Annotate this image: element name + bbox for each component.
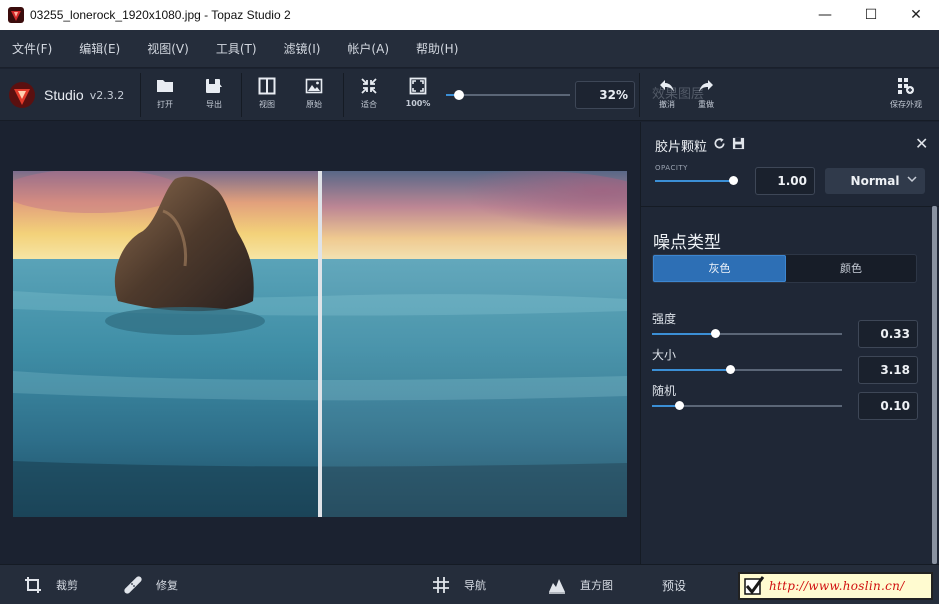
panel-divider xyxy=(641,206,939,207)
noise-type-heading: 噪点类型 xyxy=(653,233,721,253)
toolbar-separator xyxy=(639,73,640,117)
blend-mode-select[interactable]: Normal xyxy=(825,168,925,194)
bandage-icon xyxy=(124,576,142,594)
size-slider-handle[interactable] xyxy=(726,365,735,374)
export-label: 导出 xyxy=(206,100,222,109)
histogram-button[interactable]: 直方图 xyxy=(548,565,613,604)
grid-icon xyxy=(433,577,449,593)
compare-split-handle[interactable] xyxy=(318,171,322,517)
navigator-label: 导航 xyxy=(464,579,486,592)
fit-icon xyxy=(361,78,377,94)
watermark-badge: http://www.hoslin.cn/ xyxy=(738,572,933,600)
close-filter-icon[interactable]: ✕ xyxy=(915,134,928,153)
opacity-value-field[interactable]: 1.00 xyxy=(755,167,815,195)
random-label: 随机 xyxy=(652,384,677,398)
filter-title: 胶片颗粒 xyxy=(655,140,708,155)
topaz-app-icon xyxy=(8,7,24,23)
scrollbar-thumb[interactable] xyxy=(932,206,937,564)
strength-slider-fill xyxy=(652,333,715,335)
repair-label: 修复 xyxy=(156,579,178,592)
toolbar-separator xyxy=(343,73,344,117)
strength-value-field[interactable]: 0.33 xyxy=(858,320,918,348)
toolbar-separator xyxy=(140,73,141,117)
zoom-100-label: 100% xyxy=(405,99,431,108)
menu-bar: 文件(F) 编辑(E) 视图(V) 工具(T) 滤镜(I) 帐户(A) 帮助(H… xyxy=(0,30,939,68)
actual-size-icon xyxy=(409,77,427,95)
opacity-label: OPACITY xyxy=(655,164,688,172)
strength-slider-handle[interactable] xyxy=(711,329,720,338)
panel-scrollbar[interactable] xyxy=(932,206,937,564)
photo-preview[interactable] xyxy=(13,171,627,517)
export-icon xyxy=(206,79,222,93)
title-bar: 03255_lonerock_1920x1080.jpg - Topaz Stu… xyxy=(0,0,939,30)
crop-label: 裁剪 xyxy=(56,579,78,592)
histogram-icon xyxy=(549,579,565,594)
close-window-button[interactable]: ✕ xyxy=(893,0,939,30)
crop-button[interactable]: 裁剪 xyxy=(24,565,78,604)
save-look-label: 保存外观 xyxy=(890,100,922,109)
zoom-slider-track[interactable] xyxy=(446,94,570,96)
open-button[interactable]: 打开 xyxy=(143,77,187,117)
reset-icon[interactable] xyxy=(713,137,726,150)
save-preset-icon[interactable] xyxy=(732,137,745,150)
crop-icon xyxy=(25,577,41,593)
fit-button[interactable]: 适合 xyxy=(347,77,391,117)
navigator-button[interactable]: 导航 xyxy=(432,565,486,604)
fit-label: 适合 xyxy=(361,100,377,109)
zoom-slider-handle[interactable] xyxy=(454,90,464,100)
noise-type-color[interactable]: 颜色 xyxy=(786,255,916,282)
folder-icon xyxy=(157,80,173,92)
opacity-slider-fill xyxy=(655,180,733,182)
app-name: Studio xyxy=(44,87,84,103)
menu-view[interactable]: 视图(V) xyxy=(147,40,189,57)
size-label: 大小 xyxy=(652,348,677,362)
image-icon xyxy=(305,78,323,94)
main-toolbar: Studio v2.3.2 打开 导出 视图 原始 适合 100% 32% 撤消… xyxy=(0,69,939,121)
original-label: 原始 xyxy=(306,100,322,109)
view-label: 视图 xyxy=(259,100,275,109)
filter-panel: 胶片颗粒 ✕ OPACITY 1.00 Normal 噪点类型 灰色 颜色 强度… xyxy=(640,122,939,564)
repair-button[interactable]: 修复 xyxy=(124,565,178,604)
effect-layers-ghost-label: 效果图层 xyxy=(652,87,705,102)
app-version: v2.3.2 xyxy=(89,88,125,102)
menu-tools[interactable]: 工具(T) xyxy=(216,40,257,57)
size-slider-fill xyxy=(652,369,730,371)
original-button[interactable]: 原始 xyxy=(292,77,336,117)
menu-account[interactable]: 帐户(A) xyxy=(347,40,389,57)
window-title: 03255_lonerock_1920x1080.jpg - Topaz Stu… xyxy=(30,8,291,22)
image-canvas[interactable] xyxy=(0,122,639,564)
histogram-label: 直方图 xyxy=(580,579,613,592)
opacity-slider-handle[interactable] xyxy=(729,176,738,185)
size-value-field[interactable]: 3.18 xyxy=(858,356,918,384)
maximize-button[interactable]: ☐ xyxy=(848,0,894,30)
zoom-100-button[interactable]: 100% xyxy=(396,77,440,117)
app-logo: Studio v2.3.2 xyxy=(8,81,124,109)
random-slider-handle[interactable] xyxy=(675,401,684,410)
chevron-down-icon xyxy=(907,176,917,183)
open-label: 打开 xyxy=(157,100,173,109)
presets-tab[interactable]: 预设 xyxy=(662,565,686,604)
noise-type-gray[interactable]: 灰色 xyxy=(653,255,786,282)
zoom-value-field[interactable]: 32% xyxy=(575,81,635,109)
checkmark-icon xyxy=(744,576,765,595)
blend-mode-value: Normal xyxy=(850,174,900,188)
topaz-logo-icon xyxy=(9,82,35,108)
bottom-bar: 裁剪 修复 导航 直方图 预设 http://www.hoslin.cn/ xyxy=(0,564,939,604)
view-button[interactable]: 视图 xyxy=(245,77,289,117)
export-button[interactable]: 导出 xyxy=(192,77,236,117)
menu-help[interactable]: 帮助(H) xyxy=(416,40,458,57)
watermark-url: http://www.hoslin.cn/ xyxy=(769,579,905,593)
split-view-icon xyxy=(258,77,276,95)
noise-type-toggle: 灰色 颜色 xyxy=(652,254,917,283)
random-value-field[interactable]: 0.10 xyxy=(858,392,918,420)
strength-label: 强度 xyxy=(652,312,677,326)
save-look-button[interactable]: 保存外观 xyxy=(884,77,928,117)
toolbar-separator xyxy=(241,73,242,117)
menu-filters[interactable]: 滤镜(I) xyxy=(284,40,321,57)
menu-file[interactable]: 文件(F) xyxy=(12,40,52,57)
grid-add-icon xyxy=(898,78,914,94)
menu-edit[interactable]: 编辑(E) xyxy=(79,40,120,57)
minimize-button[interactable]: — xyxy=(802,0,848,30)
